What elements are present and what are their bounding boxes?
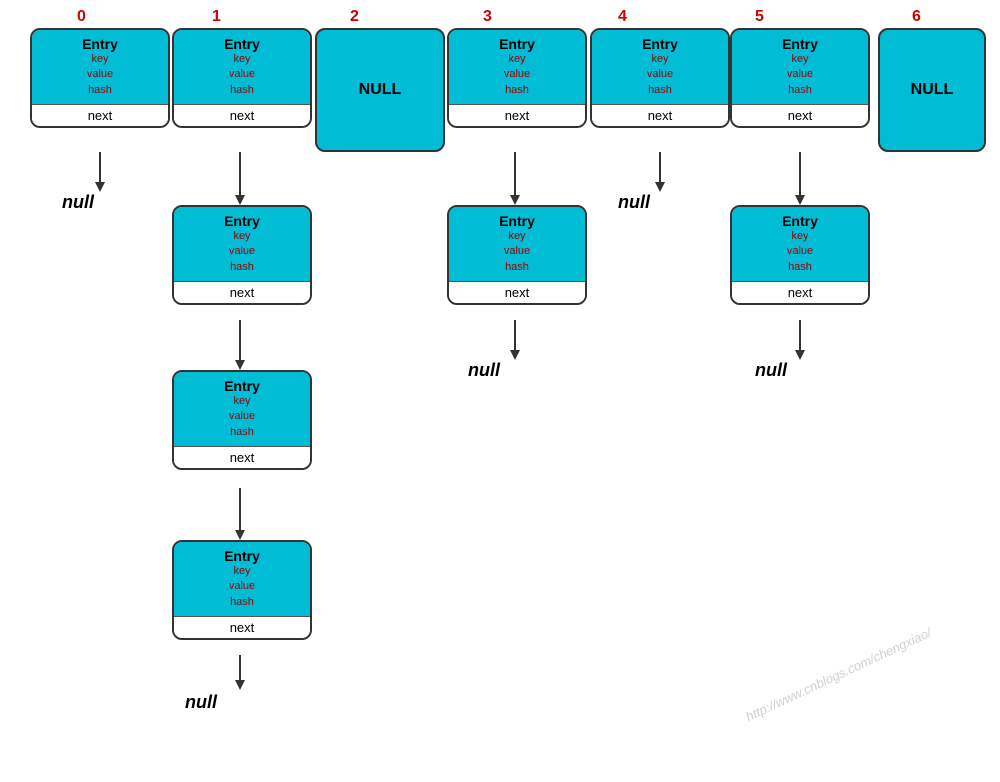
entry-top: Entry keyvaluehash bbox=[449, 30, 585, 104]
null-text-5-chain: null bbox=[755, 360, 787, 381]
index-3: 3 bbox=[483, 8, 492, 26]
watermark: http://www.cnblogs.com/chengxiao/ bbox=[743, 625, 933, 724]
entry-top: Entry keyvaluehash bbox=[732, 30, 868, 104]
entry-row1-0: Entry keyvaluehash next bbox=[30, 28, 170, 128]
null-text-3: null bbox=[468, 360, 500, 381]
index-6: 6 bbox=[912, 8, 921, 26]
null-text-4: null bbox=[618, 192, 650, 213]
entry-row1-3: Entry keyvaluehash next bbox=[447, 28, 587, 128]
entry-chain1-3: Entry keyvaluehash next bbox=[447, 205, 587, 305]
entry-top: Entry keyvaluehash bbox=[174, 207, 310, 281]
entry-top: Entry keyvaluehash bbox=[174, 542, 310, 616]
entry-top: Entry keyvaluehash bbox=[174, 30, 310, 104]
null-text-bottom: null bbox=[185, 692, 217, 713]
entry-chain2-1: Entry keyvaluehash next bbox=[172, 370, 312, 470]
entry-top: Entry keyvaluehash bbox=[592, 30, 728, 104]
entry-top: Entry keyvaluehash bbox=[174, 372, 310, 446]
null-row1-6: NULL bbox=[878, 28, 986, 152]
null-text-0: null bbox=[62, 192, 94, 213]
entry-top: Entry keyvaluehash bbox=[32, 30, 168, 104]
entry-row1-1: Entry keyvaluehash next bbox=[172, 28, 312, 128]
entry-row1-5: Entry keyvaluehash next bbox=[730, 28, 870, 128]
diagram: 0 1 2 3 4 5 6 Entry keyvaluehash next En… bbox=[0, 0, 1000, 782]
entry-chain1-1: Entry keyvaluehash next bbox=[172, 205, 312, 305]
entry-chain1-5: Entry keyvaluehash next bbox=[730, 205, 870, 305]
entry-top: Entry keyvaluehash bbox=[732, 207, 868, 281]
entry-top: Entry keyvaluehash bbox=[449, 207, 585, 281]
index-5: 5 bbox=[755, 8, 764, 26]
null-row1-2: NULL bbox=[315, 28, 445, 152]
index-4: 4 bbox=[618, 8, 627, 26]
index-0: 0 bbox=[77, 8, 86, 26]
entry-row1-4: Entry keyvaluehash next bbox=[590, 28, 730, 128]
index-2: 2 bbox=[350, 8, 359, 26]
entry-chain3-1: Entry keyvaluehash next bbox=[172, 540, 312, 640]
index-1: 1 bbox=[212, 8, 221, 26]
